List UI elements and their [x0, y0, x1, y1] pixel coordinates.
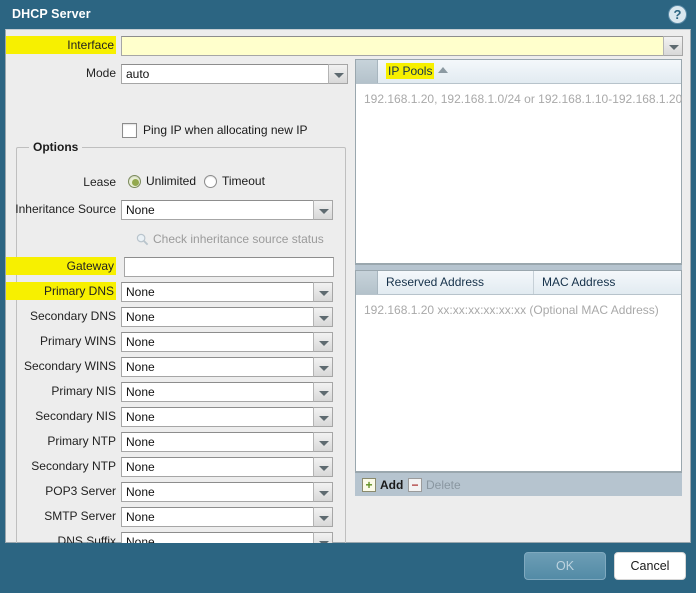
secondary-ntp-input[interactable]	[121, 457, 314, 477]
smtp-server-input[interactable]	[121, 507, 314, 527]
mode-row: Mode	[6, 64, 348, 86]
reserved-placeholder-hint: 192.168.1.20 xx:xx:xx:xx:xx:xx (Optional…	[364, 303, 659, 317]
primary-wins-label: Primary WINS	[40, 334, 116, 348]
secondary-nis-dropdown-arrow[interactable]	[313, 407, 333, 427]
title-bar: DHCP Server ?	[0, 0, 696, 29]
option-row-7: Secondary NTP	[6, 457, 346, 479]
primary-nis-input[interactable]	[121, 382, 314, 402]
primary-nis-dropdown-arrow[interactable]	[313, 382, 333, 402]
checkbox-box	[122, 123, 137, 138]
ip-pools-column-label: IP Pools	[386, 63, 435, 79]
secondary-dns-dropdown-arrow[interactable]	[313, 307, 333, 327]
secondary-ntp-dropdown-arrow[interactable]	[313, 457, 333, 477]
ip-pools-header-row: IP Pools	[356, 60, 681, 84]
inheritance-source-dropdown-arrow[interactable]	[313, 200, 333, 220]
ip-pools-placeholder-hint: 192.168.1.20, 192.168.1.0/24 or 192.168.…	[364, 92, 683, 106]
help-circle-icon[interactable]: ?	[668, 5, 687, 24]
mode-input[interactable]	[121, 64, 329, 84]
reserved-add-label: Add	[380, 478, 404, 492]
reserved-address-column-label: Reserved Address	[386, 275, 485, 289]
secondary-dns-label: Secondary DNS	[29, 309, 116, 323]
secondary-wins-label: Secondary WINS	[23, 359, 116, 373]
radio-indicator	[128, 175, 141, 188]
primary-wins-dropdown-arrow[interactable]	[313, 332, 333, 352]
dialog-body: Interface Mode Ping IP when allocating n…	[5, 29, 691, 559]
primary-dns-dropdown-arrow[interactable]	[313, 282, 333, 302]
secondary-ntp-label: Secondary NTP	[31, 459, 116, 473]
lease-label: Lease	[83, 175, 116, 189]
gateway-input[interactable]	[124, 257, 334, 277]
reserved-address-column-header[interactable]: Reserved Address	[378, 271, 534, 294]
minus-icon: −	[408, 478, 422, 492]
dialog-title: DHCP Server	[12, 7, 91, 21]
plus-icon: +	[362, 478, 376, 492]
ip-pools-column-header[interactable]: IP Pools	[378, 60, 683, 83]
check-inheritance-status-text: Check inheritance source status	[153, 232, 324, 246]
inheritance-source-row: Inheritance Source	[6, 200, 346, 222]
secondary-wins-dropdown-arrow[interactable]	[313, 357, 333, 377]
row-selector-corner	[356, 271, 378, 294]
interface-input[interactable]	[121, 36, 664, 56]
option-row-5: Secondary NIS	[6, 407, 346, 429]
option-row-6: Primary NTP	[6, 432, 346, 454]
reserved-toolbar: + Add − Delete	[355, 472, 682, 496]
inheritance-source-input[interactable]	[121, 200, 314, 220]
smtp-server-label: SMTP Server	[44, 509, 116, 523]
gateway-label: Gateway	[6, 257, 116, 275]
interface-label: Interface	[6, 36, 116, 54]
interface-row: Interface	[6, 36, 683, 58]
primary-ntp-dropdown-arrow[interactable]	[313, 432, 333, 452]
sort-ascending-icon	[438, 67, 449, 73]
lease-row: Lease Unlimited Timeout	[6, 173, 346, 195]
dhcp-server-dialog: DHCP Server ? Interface Mode Ping IP whe…	[0, 0, 696, 593]
primary-dns-input[interactable]	[121, 282, 314, 302]
lease-unlimited-label: Unlimited	[146, 174, 197, 188]
interface-dropdown-arrow[interactable]	[663, 36, 683, 56]
row-selector-corner	[356, 60, 378, 83]
ip-pools-panel: IP Pools 192.168.1.20, 192.168.1.0/24 or…	[355, 59, 682, 264]
gateway-row: Gateway	[6, 257, 346, 279]
mac-address-column-header[interactable]: MAC Address	[534, 271, 683, 294]
option-row-1: Secondary DNS	[6, 307, 346, 329]
option-row-4: Primary NIS	[6, 382, 346, 404]
cancel-button[interactable]: Cancel	[614, 552, 686, 580]
option-row-2: Primary WINS	[6, 332, 346, 354]
pop3-server-input[interactable]	[121, 482, 314, 502]
mac-address-column-label: MAC Address	[542, 275, 616, 289]
ping-ip-label: Ping IP when allocating new IP	[143, 123, 308, 137]
primary-nis-label: Primary NIS	[51, 384, 116, 398]
secondary-dns-input[interactable]	[121, 307, 314, 327]
option-row-8: POP3 Server	[6, 482, 346, 504]
magnifier-icon	[136, 233, 149, 246]
reserved-delete-label: Delete	[426, 478, 461, 492]
ok-button[interactable]: OK	[524, 552, 606, 580]
secondary-nis-input[interactable]	[121, 407, 314, 427]
reserved-address-panel: Reserved Address MAC Address 192.168.1.2…	[355, 270, 682, 472]
mode-label: Mode	[85, 66, 116, 80]
pop3-server-label: POP3 Server	[45, 484, 116, 498]
smtp-server-dropdown-arrow[interactable]	[313, 507, 333, 527]
option-row-3: Secondary WINS	[6, 357, 346, 379]
dialog-footer: OK Cancel	[0, 543, 696, 593]
mode-dropdown-arrow[interactable]	[328, 64, 348, 84]
inheritance-source-label: Inheritance Source	[15, 202, 116, 216]
primary-dns-label: Primary DNS	[6, 282, 116, 300]
pop3-server-dropdown-arrow[interactable]	[313, 482, 333, 502]
primary-wins-input[interactable]	[121, 332, 314, 352]
options-legend: Options	[29, 140, 83, 154]
secondary-wins-input[interactable]	[121, 357, 314, 377]
option-row-9: SMTP Server	[6, 507, 346, 529]
reserved-header-row: Reserved Address MAC Address	[356, 271, 681, 295]
lease-timeout-label: Timeout	[222, 174, 265, 188]
secondary-nis-label: Secondary NIS	[35, 409, 116, 423]
primary-ntp-label: Primary NTP	[47, 434, 116, 448]
radio-indicator	[204, 175, 217, 188]
option-row-0: Primary DNS	[6, 282, 346, 304]
primary-ntp-input[interactable]	[121, 432, 314, 452]
